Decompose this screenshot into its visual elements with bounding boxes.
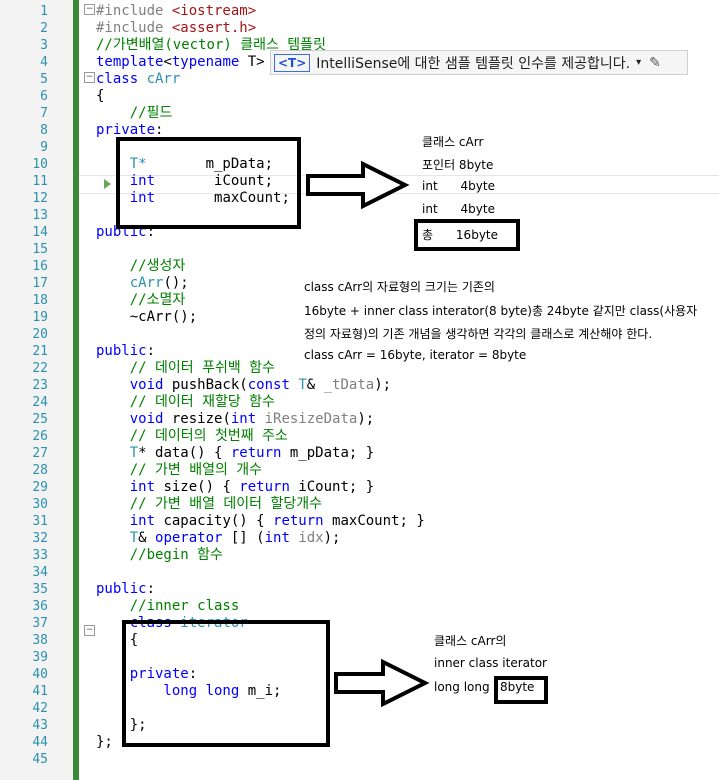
line-number: 30 xyxy=(32,497,48,512)
line-number: 15 xyxy=(32,242,48,257)
note-int-size: int 4byte xyxy=(422,202,495,216)
line-number: 43 xyxy=(32,718,48,733)
code-line-5: class cArr xyxy=(96,71,181,87)
line-number: 1 xyxy=(40,4,48,19)
line-number: 6 xyxy=(40,89,48,104)
line-number: 38 xyxy=(32,633,48,648)
line-number: 20 xyxy=(32,327,48,342)
code-line-29: int size() { return iCount; } xyxy=(96,479,375,495)
line-number: 7 xyxy=(40,106,48,121)
intellisense-text: IntelliSense에 대한 샘플 템플릿 인수를 제공합니다. xyxy=(316,55,631,72)
line-number: 34 xyxy=(32,565,48,580)
line-number: 40 xyxy=(32,667,48,682)
code-line-28: // 가변 배열의 개수 xyxy=(96,462,263,478)
line-number: 17 xyxy=(32,276,48,291)
line-number: 27 xyxy=(32,446,48,461)
code-line-32: T& operator [] (int idx); xyxy=(96,530,341,546)
note-pointer-size: 포인터 8byte xyxy=(422,158,494,172)
fields-highlight-box xyxy=(116,137,301,229)
line-number: 18 xyxy=(32,293,48,308)
code-line-17: cArr(); xyxy=(96,275,189,291)
line-number: 37 xyxy=(32,616,48,631)
line-number: 44 xyxy=(32,735,48,750)
line-number: 36 xyxy=(32,599,48,614)
line-number: 21 xyxy=(32,344,48,359)
line-number: 2 xyxy=(40,21,48,36)
line-number: 10 xyxy=(32,157,48,172)
code-line-25: void resize(int iResizeData); xyxy=(96,411,375,427)
iterator-highlight-box xyxy=(122,620,330,747)
line-number: 3 xyxy=(40,38,48,53)
chevron-down-icon[interactable]: ▾ xyxy=(636,57,641,68)
code-line-2: #include <assert.h> xyxy=(96,20,257,36)
line-number: 31 xyxy=(32,514,48,529)
line-number: 33 xyxy=(32,548,48,563)
line-number: 41 xyxy=(32,684,48,699)
note-total-size: 총 16byte xyxy=(422,228,499,242)
code-line-33: //begin 함수 xyxy=(96,547,223,563)
note-explanation-2: 16byte + inner class interator(8 byte)총 … xyxy=(304,304,698,318)
code-line-30: // 가변 배열 데이터 할당개수 xyxy=(96,496,322,512)
line-number: 24 xyxy=(32,395,48,410)
line-number: 45 xyxy=(32,752,48,767)
right-arrow-icon xyxy=(306,160,410,210)
code-line-22: // 데이터 푸쉬백 함수 xyxy=(96,360,275,376)
code-line-4: template<typename T> xyxy=(96,54,265,70)
line-number: 4 xyxy=(40,55,48,70)
pencil-icon[interactable]: ✎ xyxy=(649,55,661,71)
code-line-1: #include <iostream> xyxy=(96,3,257,19)
line-number: 29 xyxy=(32,480,48,495)
code-line-19: ~cArr(); xyxy=(96,309,198,325)
line-number: 28 xyxy=(32,463,48,478)
line-number: 12 xyxy=(32,191,48,206)
line-number: 26 xyxy=(32,429,48,444)
note-longlong: long long xyxy=(434,680,494,694)
note-explanation-3: 정의 자료형)의 기존 개념을 생각하면 각각의 클래스로 계산해야 한다. xyxy=(304,327,653,341)
note-longlong-size: 8byte xyxy=(500,680,535,694)
code-line-23: void pushBack(const T& _tData); xyxy=(96,377,392,393)
line-number: 13 xyxy=(32,208,48,223)
line-number: 11 xyxy=(32,174,48,189)
note-int-size: int 4byte xyxy=(422,179,495,193)
note-explanation-1: class cArr의 자료형의 크기는 기존의 xyxy=(304,280,495,294)
code-line-7: //필드 xyxy=(96,105,173,121)
code-line-36: //inner class xyxy=(96,598,240,614)
template-icon: <T> xyxy=(274,53,311,72)
note-inner-title: 클래스 cArr의 xyxy=(434,634,507,648)
code-line-44: }; xyxy=(96,734,113,750)
intellisense-template-bar[interactable]: <T> IntelliSense에 대한 샘플 템플릿 인수를 제공합니다. ▾… xyxy=(270,50,688,75)
line-number: 9 xyxy=(40,140,48,155)
code-line-27: T* data() { return m_pData; } xyxy=(96,445,375,461)
code-line-21: public: xyxy=(96,343,156,359)
line-number: 23 xyxy=(32,378,48,393)
code-line-16: //생성자 xyxy=(96,258,186,274)
note-class-carr: 클래스 cArr xyxy=(422,135,484,149)
note-inner-class: inner class iterator xyxy=(434,656,547,670)
code-line-24: // 데이터 재할당 함수 xyxy=(96,394,275,410)
line-number: 32 xyxy=(32,531,48,546)
code-line-26: // 데이터의 첫번째 주소 xyxy=(96,428,288,444)
line-number: 42 xyxy=(32,701,48,716)
line-number: 14 xyxy=(32,225,48,240)
line-number: 8 xyxy=(40,123,48,138)
code-line-35: public: xyxy=(96,581,156,597)
line-number: 19 xyxy=(32,310,48,325)
code-line-6: { xyxy=(96,88,105,104)
line-number: 16 xyxy=(32,259,48,274)
line-number: 5 xyxy=(40,72,48,87)
code-line-31: int capacity() { return maxCount; } xyxy=(96,513,425,529)
line-number: 25 xyxy=(32,412,48,427)
line-number: 35 xyxy=(32,582,48,597)
line-number: 22 xyxy=(32,361,48,376)
line-number: 39 xyxy=(32,650,48,665)
note-explanation-4: class cArr = 16byte, iterator = 8byte xyxy=(304,348,527,362)
right-arrow-icon xyxy=(334,658,430,708)
code-line-18: //소멸자 xyxy=(96,292,186,308)
